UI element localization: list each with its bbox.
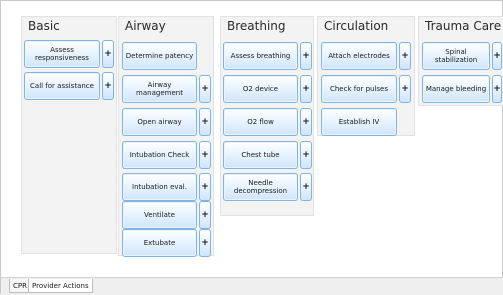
o2-device-button[interactable]: O2 device bbox=[223, 75, 298, 103]
column-circulation: Circulation Attach electrodes + Check fo… bbox=[317, 16, 415, 136]
action-row: Manage bleeding + bbox=[422, 75, 503, 103]
action-row: Call for assistance + bbox=[24, 72, 114, 100]
o2-flow-button[interactable]: O2 flow bbox=[223, 108, 298, 136]
ventilate-button[interactable]: Ventilate bbox=[122, 201, 197, 229]
action-row: Needle decompression + bbox=[223, 173, 313, 201]
action-row: Chest tube + bbox=[223, 141, 313, 169]
column-title: Airway bbox=[125, 19, 166, 33]
add-icon[interactable]: + bbox=[199, 108, 211, 136]
action-row: Establish IV bbox=[321, 108, 413, 136]
spinal-stabilization-button[interactable]: Spinal stabilization bbox=[422, 42, 490, 70]
action-row: Spinal stabilization + bbox=[422, 42, 503, 70]
needle-decompression-button[interactable]: Needle decompression bbox=[223, 173, 298, 201]
add-icon[interactable]: + bbox=[300, 108, 312, 136]
add-icon[interactable]: + bbox=[199, 201, 211, 229]
add-icon[interactable]: + bbox=[492, 42, 502, 70]
assess-responsiveness-button[interactable]: Assess responsiveness bbox=[24, 40, 100, 68]
determine-patency-button[interactable]: Determine patency bbox=[122, 42, 197, 70]
column-title: Circulation bbox=[324, 19, 389, 33]
add-icon[interactable]: + bbox=[399, 42, 411, 70]
action-row: Airway management + bbox=[122, 75, 212, 103]
check-for-pulses-button[interactable]: Check for pulses bbox=[321, 75, 397, 103]
add-icon[interactable]: + bbox=[199, 75, 211, 103]
action-row: Intubation Check + bbox=[122, 141, 212, 169]
action-row: Extubate + bbox=[122, 229, 212, 257]
attach-electrodes-button[interactable]: Attach electrodes bbox=[321, 42, 397, 70]
add-icon[interactable]: + bbox=[300, 42, 312, 70]
column-airway: Airway Determine patency Airway manageme… bbox=[118, 16, 214, 257]
add-icon[interactable]: + bbox=[199, 229, 211, 257]
airway-management-button[interactable]: Airway management bbox=[122, 75, 197, 103]
add-icon[interactable]: + bbox=[300, 141, 312, 169]
extubate-button[interactable]: Extubate bbox=[122, 229, 197, 257]
assess-breathing-button[interactable]: Assess breathing bbox=[223, 42, 298, 70]
intubation-check-button[interactable]: Intubation Check bbox=[122, 141, 197, 169]
action-row: O2 flow + bbox=[223, 108, 313, 136]
action-row: O2 device + bbox=[223, 75, 313, 103]
action-row: Assess responsiveness + bbox=[24, 40, 114, 68]
add-icon[interactable]: + bbox=[300, 75, 312, 103]
provider-actions-panel: Basic Assess responsiveness + Call for a… bbox=[0, 0, 503, 295]
tab-bar: CPR Provider Actions bbox=[1, 277, 503, 295]
call-for-assistance-button[interactable]: Call for assistance bbox=[24, 72, 100, 100]
column-title: Breathing bbox=[227, 19, 286, 33]
add-icon[interactable]: + bbox=[102, 72, 114, 100]
action-row: Intubation eval. + bbox=[122, 173, 212, 201]
open-airway-button[interactable]: Open airway bbox=[122, 108, 197, 136]
action-row: Attach electrodes + bbox=[321, 42, 413, 70]
column-trauma-care: Trauma Care Spinal stabilization + Manag… bbox=[418, 16, 503, 106]
establish-iv-button[interactable]: Establish IV bbox=[321, 108, 397, 136]
add-icon[interactable]: + bbox=[399, 75, 411, 103]
column-breathing: Breathing Assess breathing + O2 device +… bbox=[220, 16, 314, 216]
column-title: Trauma Care bbox=[425, 19, 502, 33]
add-icon[interactable]: + bbox=[300, 173, 312, 201]
tab-provider-actions[interactable]: Provider Actions bbox=[28, 279, 93, 293]
add-icon[interactable]: + bbox=[102, 40, 114, 68]
action-row: Ventilate + bbox=[122, 201, 212, 229]
add-icon[interactable]: + bbox=[492, 75, 502, 103]
action-row: Check for pulses + bbox=[321, 75, 413, 103]
column-basic: Basic Assess responsiveness + Call for a… bbox=[21, 16, 117, 254]
add-icon[interactable]: + bbox=[199, 173, 211, 201]
action-row: Open airway + bbox=[122, 108, 212, 136]
action-row: Determine patency bbox=[122, 42, 212, 70]
manage-bleeding-button[interactable]: Manage bleeding bbox=[422, 75, 490, 103]
intubation-eval-button[interactable]: Intubation eval. bbox=[122, 173, 197, 201]
chest-tube-button[interactable]: Chest tube bbox=[223, 141, 298, 169]
action-row: Assess breathing + bbox=[223, 42, 313, 70]
add-icon[interactable]: + bbox=[199, 141, 211, 169]
column-title: Basic bbox=[28, 19, 60, 33]
